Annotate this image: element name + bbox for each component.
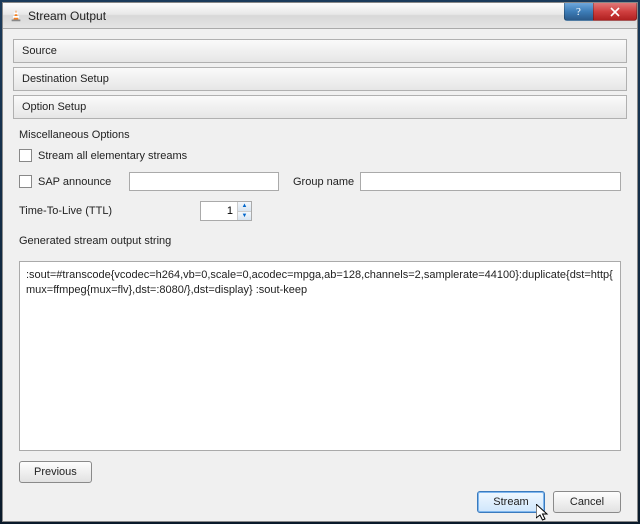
misc-options-group: Miscellaneous Options Stream all element… <box>13 129 627 231</box>
sap-input[interactable] <box>129 172 279 191</box>
ttl-spin-up[interactable]: ▲ <box>238 202 251 211</box>
window-buttons: ? <box>565 3 637 21</box>
stream-output-dialog: Stream Output ? Source Destination Setup… <box>2 2 638 522</box>
titlebar[interactable]: Stream Output ? <box>3 3 637 29</box>
sap-row: SAP announce Group name <box>19 172 621 191</box>
stream-all-label: Stream all elementary streams <box>38 150 187 162</box>
group-name-input[interactable] <box>360 172 621 191</box>
group-name-label: Group name <box>293 176 354 188</box>
sap-checkbox[interactable] <box>19 175 32 188</box>
section-source[interactable]: Source <box>13 39 627 63</box>
generated-group: Generated stream output string <box>13 235 627 451</box>
section-option[interactable]: Option Setup <box>13 95 627 119</box>
misc-options-title: Miscellaneous Options <box>19 129 621 141</box>
close-button[interactable] <box>593 3 637 21</box>
ttl-spin-down[interactable]: ▼ <box>238 211 251 221</box>
ttl-spin-buttons: ▲ ▼ <box>237 202 251 220</box>
ttl-input[interactable] <box>201 202 237 220</box>
close-icon <box>610 7 620 17</box>
stream-all-checkbox[interactable] <box>19 149 32 162</box>
ttl-spinner: ▲ ▼ <box>200 201 252 221</box>
stream-button[interactable]: Stream <box>477 491 545 513</box>
window-title: Stream Output <box>28 9 106 23</box>
ttl-row: Time-To-Live (TTL) ▲ ▼ <box>19 201 621 221</box>
dialog-content: Source Destination Setup Option Setup Mi… <box>3 29 637 521</box>
vlc-icon <box>9 9 23 23</box>
bottom-left-buttons: Previous <box>13 461 627 483</box>
ttl-label: Time-To-Live (TTL) <box>19 205 194 217</box>
help-icon: ? <box>575 6 584 17</box>
cancel-button[interactable]: Cancel <box>553 491 621 513</box>
generated-output[interactable] <box>19 261 621 451</box>
previous-button[interactable]: Previous <box>19 461 92 483</box>
section-destination[interactable]: Destination Setup <box>13 67 627 91</box>
stream-all-row: Stream all elementary streams <box>19 149 621 162</box>
svg-text:?: ? <box>576 6 581 17</box>
sap-label: SAP announce <box>38 176 123 188</box>
bottom-right-buttons: Stream Cancel <box>13 483 627 513</box>
generated-title: Generated stream output string <box>19 235 621 247</box>
help-button[interactable]: ? <box>564 3 594 21</box>
